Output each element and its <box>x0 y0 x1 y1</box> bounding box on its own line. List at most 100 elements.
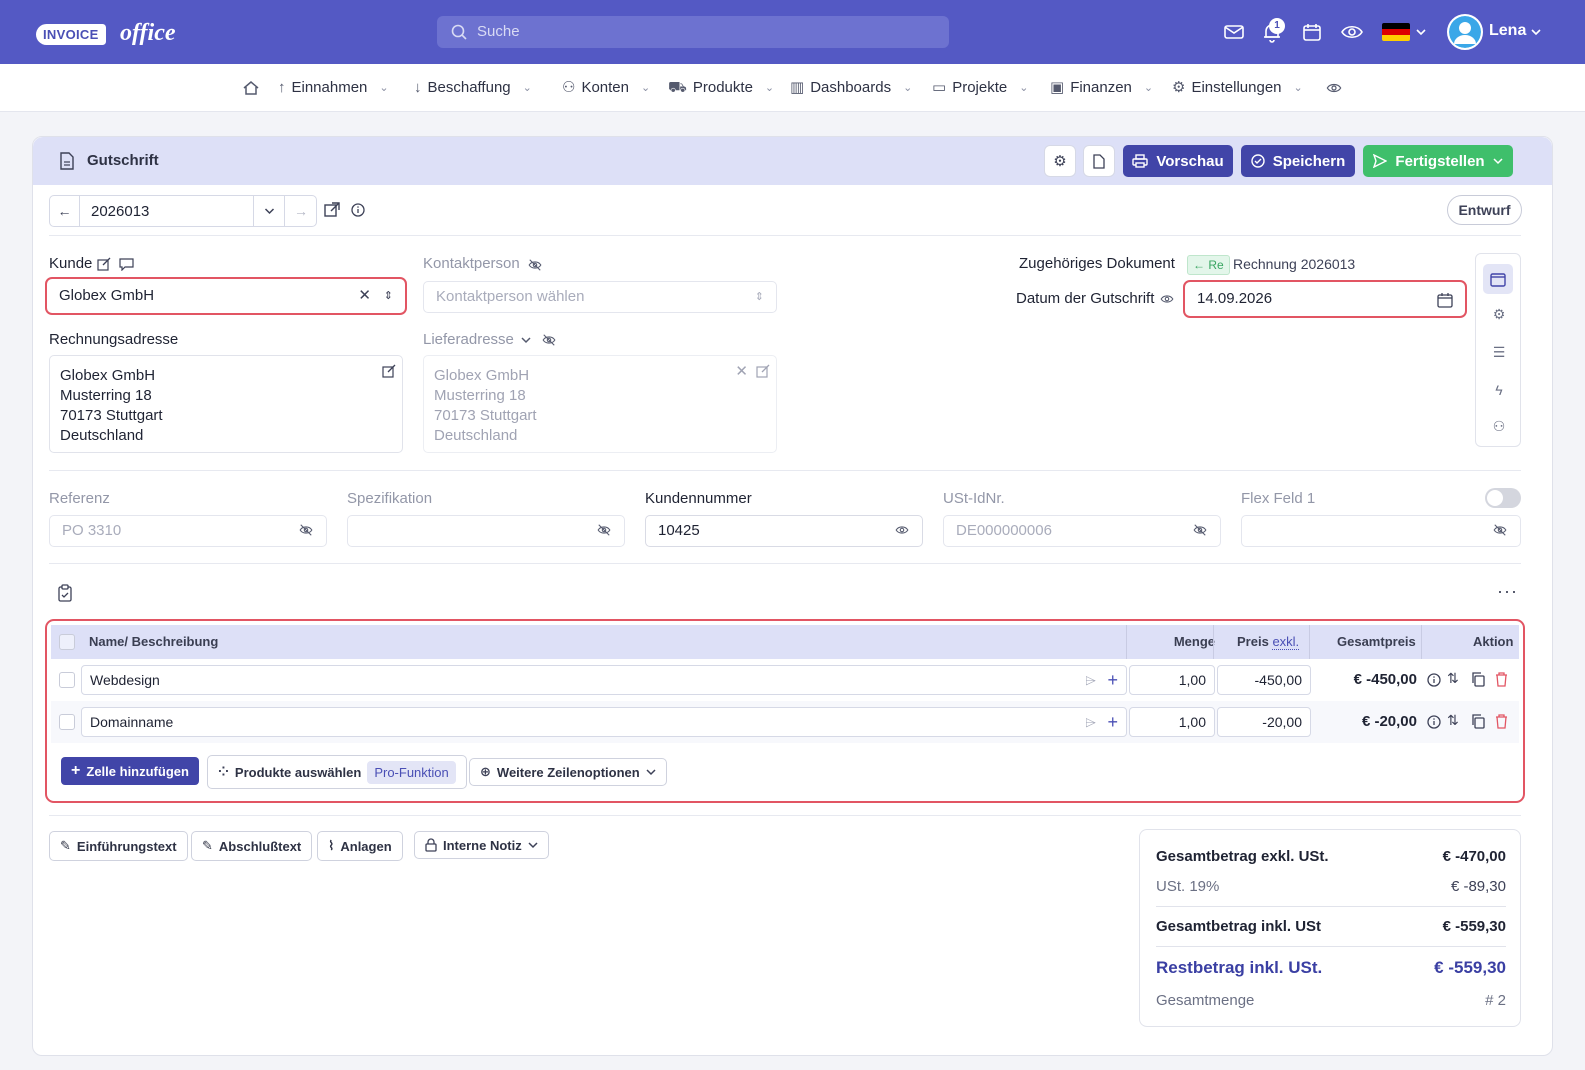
eye-icon[interactable] <box>894 523 910 537</box>
folder-icon: ▭ <box>932 79 947 96</box>
trash-icon[interactable] <box>1495 714 1508 729</box>
language-flag-icon[interactable] <box>1382 23 1410 41</box>
contact-select[interactable]: Kontaktperson wählen ⇕ <box>423 281 777 313</box>
calendar-icon[interactable] <box>1300 20 1324 44</box>
specification-input[interactable] <box>347 515 625 547</box>
mail-icon[interactable] <box>1222 20 1246 44</box>
price-mode-toggle[interactable]: exkl. <box>1272 634 1300 650</box>
eye-off-icon[interactable] <box>596 523 612 537</box>
comment-icon[interactable] <box>119 257 134 271</box>
side-user-button[interactable]: ⚇ <box>1487 414 1511 438</box>
delivery-address-box[interactable]: Globex GmbH Musterring 18 70173 Stuttgar… <box>423 355 777 453</box>
item-price-input[interactable]: -450,00 <box>1217 665 1311 695</box>
side-automation-button[interactable]: ϟ <box>1487 378 1511 402</box>
tag-icon[interactable]: ⌲ <box>1085 708 1096 736</box>
add-row-button[interactable]: + Zelle hinzufügen <box>61 757 199 785</box>
internal-note-button[interactable]: Interne Notiz <box>414 831 549 859</box>
document-number-input[interactable]: 2026013 <box>81 196 253 226</box>
nav-dashboards[interactable]: ▥ Dashboards ⌄ <box>790 64 912 112</box>
reorder-icon[interactable]: ⇅ <box>1447 670 1459 687</box>
flex-field-toggle[interactable] <box>1485 488 1521 508</box>
chevron-down-icon[interactable] <box>521 336 531 344</box>
document-number-dropdown[interactable] <box>253 196 285 226</box>
status-badge[interactable]: Entwurf <box>1447 195 1522 225</box>
intro-text-button[interactable]: ✎ Einführungstext <box>49 831 188 861</box>
nav-beschaffung[interactable]: ↓ Beschaffung ⌄ <box>414 64 532 112</box>
related-document-link[interactable]: Rechnung 2026013 <box>1233 256 1355 272</box>
settings-button[interactable]: ⚙ <box>1044 145 1076 177</box>
avatar[interactable] <box>1447 14 1483 50</box>
item-qty-input[interactable]: 1,00 <box>1129 665 1215 695</box>
home-icon[interactable] <box>242 79 260 97</box>
side-sliders-button[interactable]: ☰ <box>1487 340 1511 364</box>
clear-icon[interactable]: ✕ <box>735 362 748 382</box>
app-logo[interactable]: INVOICE office <box>32 14 177 50</box>
edit-icon[interactable] <box>382 364 396 378</box>
item-name-input[interactable]: Domainname ⌲ + <box>81 707 1127 737</box>
info-icon[interactable] <box>1427 715 1441 729</box>
more-row-options-button[interactable]: ⊕ Weitere Zeilenoptionen <box>469 758 667 786</box>
nav-konten[interactable]: ⚇ Konten ⌄ <box>562 64 650 112</box>
nav-projekte[interactable]: ▭ Projekte ⌄ <box>932 64 1028 112</box>
edit-icon[interactable] <box>97 257 111 271</box>
external-link-icon[interactable] <box>323 201 341 219</box>
clipboard-check-icon[interactable] <box>57 584 73 602</box>
eye-off-icon[interactable] <box>527 258 543 272</box>
billing-line: Deutschland <box>60 427 144 444</box>
nav-einstellungen[interactable]: ⚙ Einstellungen ⌄ <box>1172 64 1303 112</box>
row-checkbox[interactable] <box>59 714 75 730</box>
row-checkbox[interactable] <box>59 672 75 688</box>
next-document-button[interactable]: → <box>286 196 316 226</box>
search-icon <box>451 24 467 40</box>
eye-off-icon[interactable] <box>541 333 557 347</box>
nav-einnahmen[interactable]: ↑ Einnahmen ⌄ <box>278 64 389 112</box>
eye-off-icon[interactable] <box>1192 523 1208 537</box>
side-toolbar: ⚙ ☰ ϟ ⚇ <box>1475 253 1521 447</box>
info-icon[interactable] <box>351 203 365 217</box>
plus-icon[interactable]: + <box>1107 666 1118 694</box>
user-menu-chevron-icon[interactable] <box>1531 28 1541 36</box>
trash-icon[interactable] <box>1495 672 1508 687</box>
eye-off-icon[interactable] <box>1492 523 1508 537</box>
copy-icon[interactable] <box>1471 714 1485 729</box>
eye-icon[interactable] <box>1325 80 1343 96</box>
eye-off-icon[interactable] <box>298 523 314 537</box>
copy-icon[interactable] <box>1471 672 1485 687</box>
closing-text-button[interactable]: ✎ Abschlußtext <box>191 831 313 861</box>
customer-number-input[interactable]: 10425 <box>645 515 923 547</box>
search-input[interactable]: Suche <box>437 16 949 48</box>
side-calendar-button[interactable] <box>1483 264 1513 294</box>
reorder-icon[interactable]: ⇅ <box>1447 712 1459 729</box>
eye-icon[interactable] <box>1159 292 1175 306</box>
attachments-button[interactable]: ⌇ Anlagen <box>317 831 403 861</box>
finish-button[interactable]: Fertigstellen <box>1363 145 1513 177</box>
previous-document-button[interactable]: ← <box>50 196 80 226</box>
save-button[interactable]: Speichern <box>1241 145 1355 177</box>
preview-button[interactable]: Vorschau <box>1123 145 1233 177</box>
info-icon[interactable] <box>1427 673 1441 687</box>
eye-icon[interactable] <box>1340 20 1364 44</box>
select-products-button[interactable]: ⁘ Produkte auswählen Pro-Funktion <box>207 755 467 789</box>
flex-field-input[interactable] <box>1241 515 1521 547</box>
item-name-input[interactable]: Webdesign ⌲ + <box>81 665 1127 695</box>
side-settings-button[interactable]: ⚙ <box>1487 302 1511 326</box>
reference-input[interactable]: PO 3310 <box>49 515 327 547</box>
calendar-icon[interactable] <box>1437 292 1453 308</box>
item-price-input[interactable]: -20,00 <box>1217 707 1311 737</box>
edit-icon[interactable] <box>756 364 770 378</box>
chevron-down-icon[interactable] <box>1416 28 1426 36</box>
nav-finanzen[interactable]: ▣ Finanzen ⌄ <box>1050 64 1153 112</box>
clear-icon[interactable]: ✕ <box>358 279 371 313</box>
pdf-button[interactable] <box>1083 145 1115 177</box>
tag-icon[interactable]: ⌲ <box>1085 666 1096 694</box>
user-name[interactable]: Lena <box>1489 22 1526 40</box>
nav-produkte[interactable]: ⛟ Produkte ⌄ <box>668 64 774 112</box>
customer-select[interactable]: Globex GmbH ✕ ⇕ <box>45 277 407 315</box>
billing-address-box[interactable]: Globex GmbH Musterring 18 70173 Stuttgar… <box>49 355 403 453</box>
select-all-checkbox[interactable] <box>59 634 75 650</box>
plus-icon[interactable]: + <box>1107 708 1118 736</box>
credit-date-input[interactable]: 14.09.2026 <box>1183 280 1467 318</box>
more-options-icon[interactable]: ··· <box>1497 581 1518 602</box>
vat-id-input[interactable]: DE000000006 <box>943 515 1221 547</box>
item-qty-input[interactable]: 1,00 <box>1129 707 1215 737</box>
